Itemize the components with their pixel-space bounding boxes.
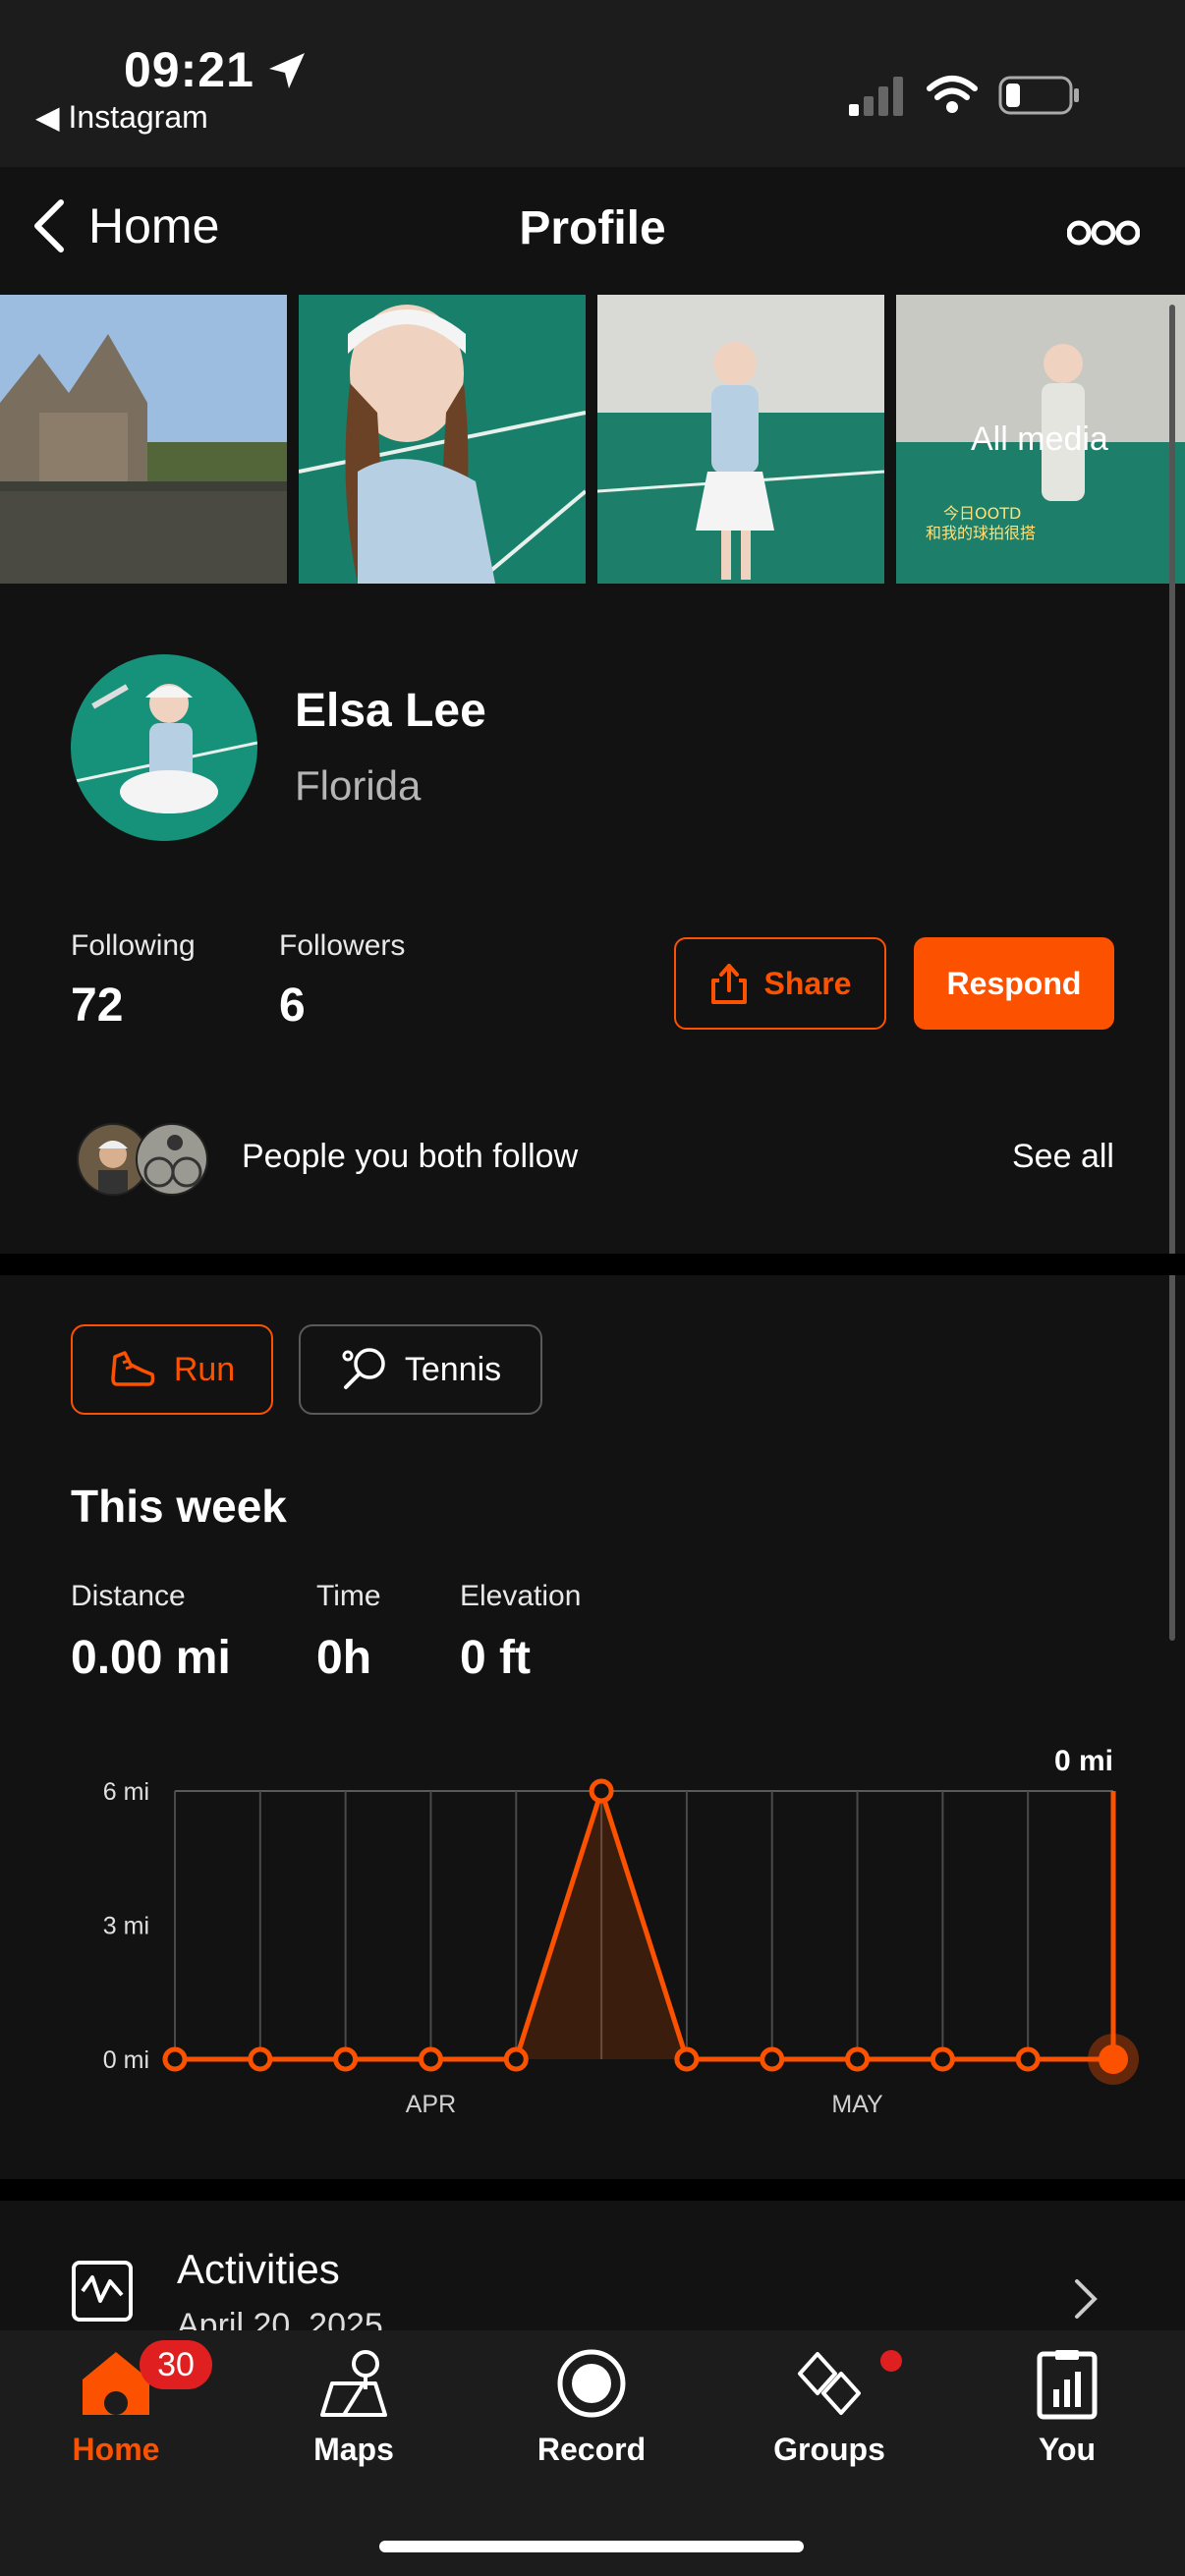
weekly-distance-chart: 0 mi 3 mi 6 mi APR MAY 0 mi <box>103 1745 1139 2118</box>
share-button[interactable]: Share <box>674 937 886 1030</box>
profile-name: Elsa Lee <box>295 685 486 737</box>
tab-run-label: Run <box>173 1350 236 1388</box>
tabbar-you[interactable]: You <box>969 2346 1165 2468</box>
chart-point <box>162 2046 188 2072</box>
svg-text:和我的球拍很搭: 和我的球拍很搭 <box>926 524 1036 542</box>
map-pin-icon <box>320 2350 387 2417</box>
following-label[interactable]: Following <box>71 929 196 963</box>
chart-point <box>930 2046 955 2072</box>
chart-point <box>333 2046 359 2072</box>
status-time: 09:21 <box>124 42 254 97</box>
record-icon <box>557 2349 626 2418</box>
more-options-icon[interactable] <box>1067 218 1140 248</box>
scrollbar[interactable] <box>1169 305 1175 1641</box>
chart-point <box>589 1778 614 1804</box>
chart-point <box>503 2046 529 2072</box>
tabbar-record-label: Record <box>536 2432 647 2467</box>
media-thumbnail-2[interactable] <box>299 295 586 584</box>
cellular-signal-icon <box>849 77 903 116</box>
time-value: 0h <box>316 1632 372 1684</box>
tab-tennis-label: Tennis <box>404 1350 502 1388</box>
followers-label[interactable]: Followers <box>279 929 405 963</box>
tabbar-home-label: Home <box>72 2432 160 2467</box>
chart-y-tick: 6 mi <box>103 1778 149 1806</box>
chart-y-tick: 3 mi <box>103 1913 149 1940</box>
see-all-link[interactable]: See all <box>1012 1138 1114 1176</box>
section-divider-2 <box>0 2179 1185 2201</box>
groups-notification-dot <box>880 2350 902 2372</box>
elevation-label: Elevation <box>460 1580 582 1612</box>
chart-point <box>418 2046 443 2072</box>
tab-tennis[interactable]: Tennis <box>299 1324 542 1415</box>
followers-count[interactable]: 6 <box>279 979 306 1033</box>
running-shoe-icon <box>111 1351 155 1386</box>
elevation-value: 0 ft <box>460 1632 531 1684</box>
tabbar-maps[interactable]: Maps <box>255 2346 452 2468</box>
chart-x-label: APR <box>406 2091 456 2118</box>
page-title: Profile <box>519 202 666 254</box>
chart-current-value: 0 mi <box>1054 1745 1113 1777</box>
chart-current-point <box>1099 2044 1128 2074</box>
tabbar-record[interactable]: Record <box>493 2346 690 2468</box>
chart-x-label: MAY <box>831 2091 883 2118</box>
media-thumbnail-3[interactable] <box>597 295 884 584</box>
chart-point <box>1015 2046 1041 2072</box>
wifi-icon <box>927 76 978 113</box>
chart-point <box>674 2046 700 2072</box>
following-count[interactable]: 72 <box>71 979 123 1033</box>
share-icon <box>710 964 747 1004</box>
this-week-title: This week <box>71 1481 287 1532</box>
home-indicator <box>379 2541 804 2552</box>
all-media-link[interactable]: All media <box>971 420 1108 459</box>
back-to-instagram[interactable]: ◀ Instagram <box>35 98 208 136</box>
activities-title[interactable]: Activities <box>177 2246 340 2293</box>
location-arrow-icon <box>269 53 305 88</box>
share-label: Share <box>763 965 852 1001</box>
tabbar-groups-label: Groups <box>773 2432 885 2467</box>
notification-badge: 30 <box>140 2340 212 2389</box>
tabbar-you-label: You <box>1038 2432 1097 2467</box>
distance-value: 0.00 mi <box>71 1632 231 1684</box>
profile-clipboard-icon <box>1037 2350 1098 2420</box>
media-overlay-text: 今日OOTD <box>943 504 1021 523</box>
chart-point <box>845 2046 871 2072</box>
mutual-follows-text[interactable]: People you both follow <box>242 1138 578 1176</box>
chart-y-tick: 0 mi <box>103 2046 149 2074</box>
chart-point <box>760 2046 785 2072</box>
time-label: Time <box>316 1580 381 1612</box>
chart-point <box>248 2046 273 2072</box>
media-thumbnail-1[interactable] <box>0 295 287 584</box>
activities-icon <box>72 2261 133 2322</box>
chevron-right-icon[interactable] <box>1071 2275 1100 2323</box>
tennis-racket-icon <box>342 1348 385 1389</box>
mutual-avatar-2[interactable] <box>136 1123 208 1196</box>
respond-button[interactable]: Respond <box>914 937 1114 1030</box>
battery-icon <box>998 76 1079 115</box>
profile-location: Florida <box>295 762 422 809</box>
avatar[interactable] <box>71 654 257 841</box>
tabbar-maps-label: Maps <box>313 2432 394 2467</box>
tab-run[interactable]: Run <box>71 1324 273 1415</box>
section-divider <box>0 1254 1185 1275</box>
groups-icon <box>798 2352 861 2415</box>
distance-label: Distance <box>71 1580 186 1612</box>
